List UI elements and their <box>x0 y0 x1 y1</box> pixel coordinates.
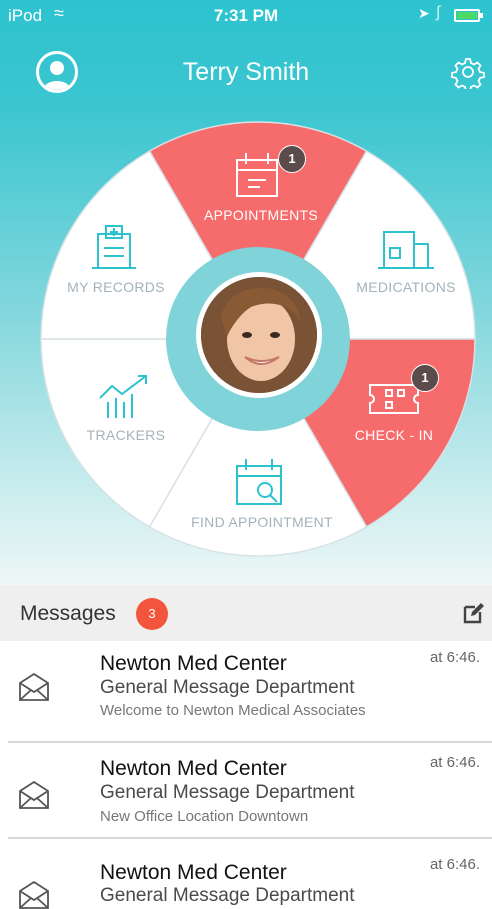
envelope-icon <box>19 781 49 809</box>
profile-photo[interactable] <box>196 272 322 398</box>
compose-button[interactable] <box>462 601 486 625</box>
messages-header: Messages 3 <box>0 585 492 641</box>
message-department: General Message Department <box>100 885 355 906</box>
envelope-icon <box>19 673 49 701</box>
message-item[interactable]: Newton Med Center General Message Depart… <box>0 743 492 835</box>
message-time: at 6:46. <box>429 754 480 771</box>
medications-label: MEDICATIONS <box>356 279 456 295</box>
check-in-badge: 1 <box>411 364 439 392</box>
find-appointment-label: FIND APPOINTMENT <box>191 514 333 530</box>
my-records-label: MY RECORDS <box>67 279 165 295</box>
messages-count-badge: 3 <box>136 598 168 630</box>
message-time: at 6:46. <box>429 649 480 666</box>
profile-photo-image <box>201 277 317 393</box>
message-sender: Newton Med Center <box>100 861 287 884</box>
message-item[interactable]: Newton Med Center General Message Depart… <box>0 839 492 909</box>
envelope-icon <box>19 881 49 909</box>
message-department: General Message Department <box>100 782 355 803</box>
compose-icon <box>463 603 484 624</box>
message-time: at 6:46. <box>429 856 480 873</box>
trackers-label: TRACKERS <box>86 427 166 443</box>
appointments-label: APPOINTMENTS <box>203 207 319 223</box>
messages-title: Messages <box>20 602 116 625</box>
message-sender: Newton Med Center <box>100 757 287 780</box>
message-department: General Message Department <box>100 677 355 698</box>
message-preview: Welcome to Newton Medical Associates <box>100 702 366 719</box>
check-in-label: CHECK - IN <box>354 427 434 443</box>
message-preview: New Office Location Downtown <box>100 808 309 825</box>
appointments-badge: 1 <box>278 145 306 173</box>
message-item[interactable]: Newton Med Center General Message Depart… <box>0 641 492 737</box>
message-sender: Newton Med Center <box>100 652 287 675</box>
